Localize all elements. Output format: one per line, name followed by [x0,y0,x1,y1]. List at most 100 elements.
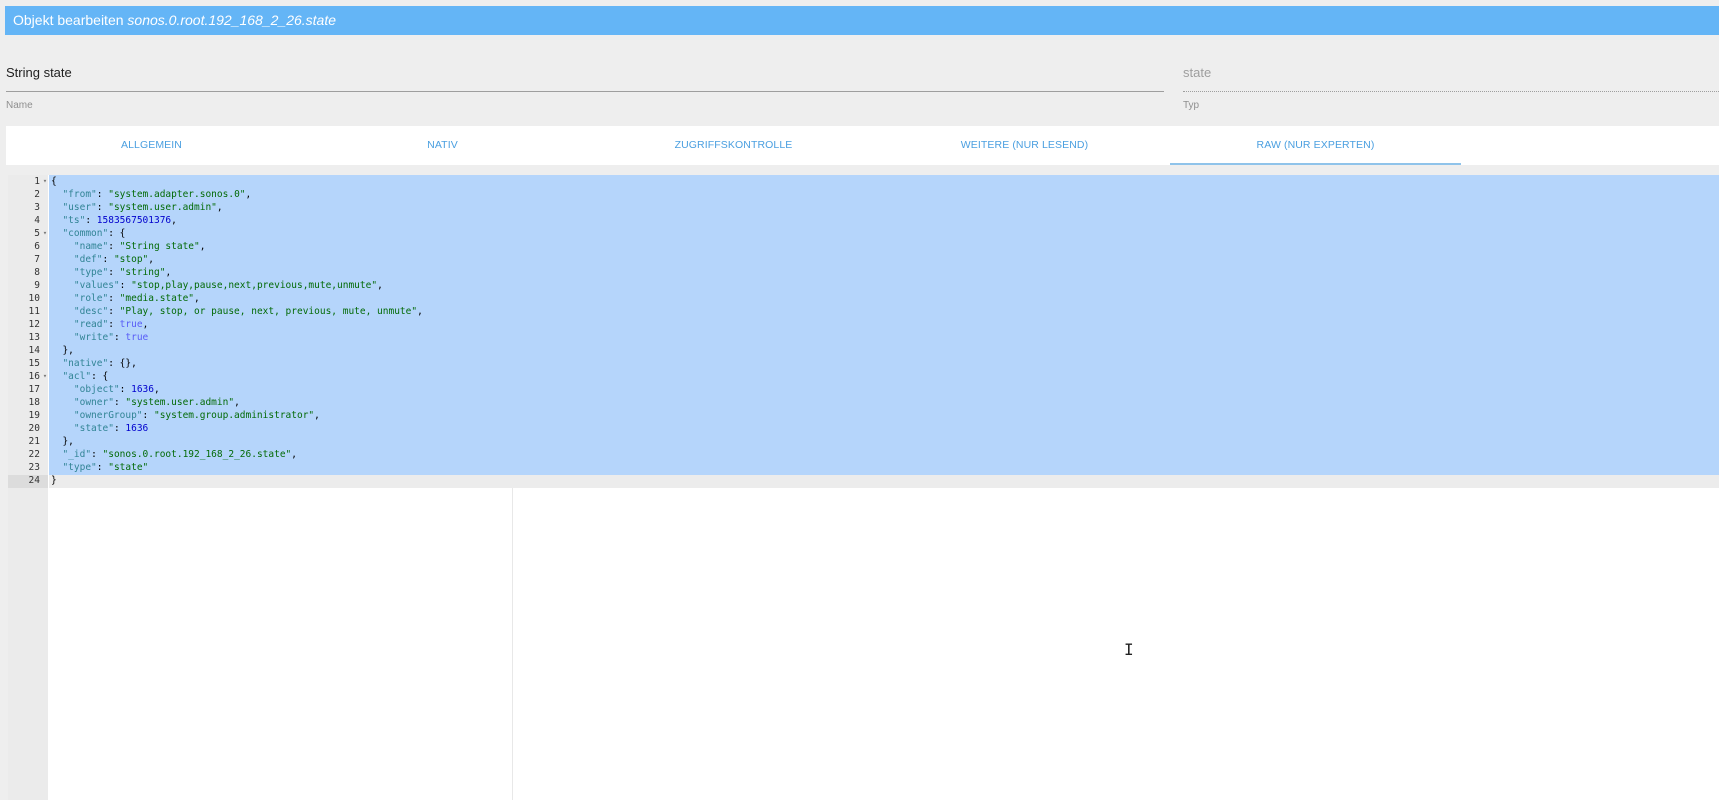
code-token: "ownerGroup" [73,410,143,421]
code-token: , [234,397,240,408]
line-number: 22 [28,449,40,460]
line-number: 20 [28,423,40,434]
code-token: , [154,384,160,395]
code-token: "owner" [73,397,114,408]
line-number: 19 [28,410,40,421]
tab-zugriffskontrolle[interactable]: ZUGRIFFSKONTROLLE [588,126,879,165]
raw-json-editor[interactable]: 1 ▾{2 "from": "system.adapter.sonos.0", 3 … [8,175,1719,800]
fold-arrow-icon[interactable]: ▾ [41,370,49,383]
line-number: 16 [28,371,40,382]
code-token: "role" [73,293,109,304]
code-line[interactable]: 20 "state": 1636 [8,422,1719,435]
code-line[interactable]: 14 }, [8,344,1719,357]
code-text: "common": { [51,227,125,240]
code-line[interactable]: 11 "desc": "Play, stop, or pause, next, … [8,305,1719,318]
code-token: : [142,410,154,421]
code-line[interactable]: 7 "def": "stop", [8,253,1719,266]
code-token: "system.user.admin" [108,202,217,213]
code-token: 1583567501376 [96,215,172,226]
code-line[interactable]: 5 ▾ "common": { [8,227,1719,240]
code-token: : { [108,228,126,239]
code-line[interactable]: 6 "name": "String state", [8,240,1719,253]
line-number: 21 [28,436,40,447]
code-line[interactable]: 10 "role": "media.state", [8,292,1719,305]
type-input: state [1183,65,1212,80]
code-token: "ts" [62,215,86,226]
code-text: }, [51,344,74,357]
name-field[interactable]: String state Name [6,60,1164,116]
code-line[interactable]: 15 "native": {}, [8,357,1719,370]
line-number: 3 [34,202,40,213]
code-token: : [96,202,109,213]
code-token: "name" [73,241,109,252]
code-token: "from" [62,189,97,200]
code-text: } [51,474,57,487]
code-text: "user": "system.user.admin", [51,201,222,214]
code-token: 1636 [131,384,154,395]
code-line[interactable]: 16 ▾ "acl": { [8,370,1719,383]
fold-arrow-icon[interactable]: ▾ [41,227,49,240]
code-token: "state" [108,462,149,473]
line-number: 7 [34,254,40,265]
code-token: : [91,449,103,460]
line-number: 17 [28,384,40,395]
code-token: "Play, stop, or pause, next, previous, m… [119,306,418,317]
code-line[interactable]: 12 "read": true, [8,318,1719,331]
code-line[interactable]: 22 "_id": "sonos.0.root.192_168_2_26.sta… [8,448,1719,461]
code-line[interactable]: 3 "user": "system.user.admin", [8,201,1719,214]
code-token: "user" [62,202,97,213]
code-line[interactable]: 17 "object": 1636, [8,383,1719,396]
code-line[interactable]: 21 }, [8,435,1719,448]
code-text: "state": 1636 [51,422,148,435]
code-token: , [417,306,423,317]
text-cursor-icon: I [1124,640,1134,659]
fold-arrow-icon[interactable]: ▾ [41,175,49,188]
code-token: "stop,play,pause,next,previous,mute,unmu… [131,280,378,291]
code-token: , [194,293,200,304]
code-token: : [108,319,120,330]
tab-weitere[interactable]: WEITERE (NUR LESEND) [879,126,1170,165]
name-input[interactable]: String state [6,60,1164,86]
code-token: : [85,215,97,226]
code-token: : [119,280,132,291]
code-token: "acl" [62,371,92,382]
code-text: "type": "state" [51,461,148,474]
tab-nativ[interactable]: NATIV [297,126,588,165]
code-line[interactable]: 23 "type": "state" [8,461,1719,474]
line-number: 4 [34,215,40,226]
line-number: 14 [28,345,40,356]
code-line[interactable]: 13 "write": true [8,331,1719,344]
dialog-title-prefix: Objekt bearbeiten [13,12,128,28]
code-token: "string" [119,267,166,278]
code-line[interactable]: 1 ▾{ [8,175,1719,188]
code-text: { [51,175,57,188]
tab-bar: ALLGEMEIN NATIV ZUGRIFFSKONTROLLE WEITER… [6,126,1719,165]
code-token: : [113,332,126,343]
code-text: "object": 1636, [51,383,160,396]
code-line[interactable]: 18 "owner": "system.user.admin", [8,396,1719,409]
code-token: : [108,267,120,278]
code-token: "def" [73,254,103,265]
code-token: "values" [73,280,120,291]
code-line[interactable]: 8 "type": "string", [8,266,1719,279]
code-line[interactable]: 2 "from": "system.adapter.sonos.0", [8,188,1719,201]
code-token: "state" [73,423,114,434]
code-text: "role": "media.state", [51,292,200,305]
code-token: , [377,280,383,291]
code-line[interactable]: 24} [8,474,1719,487]
code-token: }, [62,436,74,447]
code-text: }, [51,435,74,448]
code-token: : [108,293,120,304]
code-token: "object" [73,384,120,395]
code-token: }, [62,345,74,356]
code-line[interactable]: 4 "ts": 1583567501376, [8,214,1719,227]
code-token: "media.state" [119,293,195,304]
type-field: state Typ [1183,60,1719,116]
tab-allgemein[interactable]: ALLGEMEIN [6,126,297,165]
code-line[interactable]: 9 "values": "stop,play,pause,next,previo… [8,279,1719,292]
line-number: 10 [28,293,40,304]
code-line[interactable]: 19 "ownerGroup": "system.group.administr… [8,409,1719,422]
code-token: "system.adapter.sonos.0" [108,189,246,200]
tab-raw[interactable]: RAW (NUR EXPERTEN) [1170,126,1461,165]
code-token: "_id" [62,449,92,460]
